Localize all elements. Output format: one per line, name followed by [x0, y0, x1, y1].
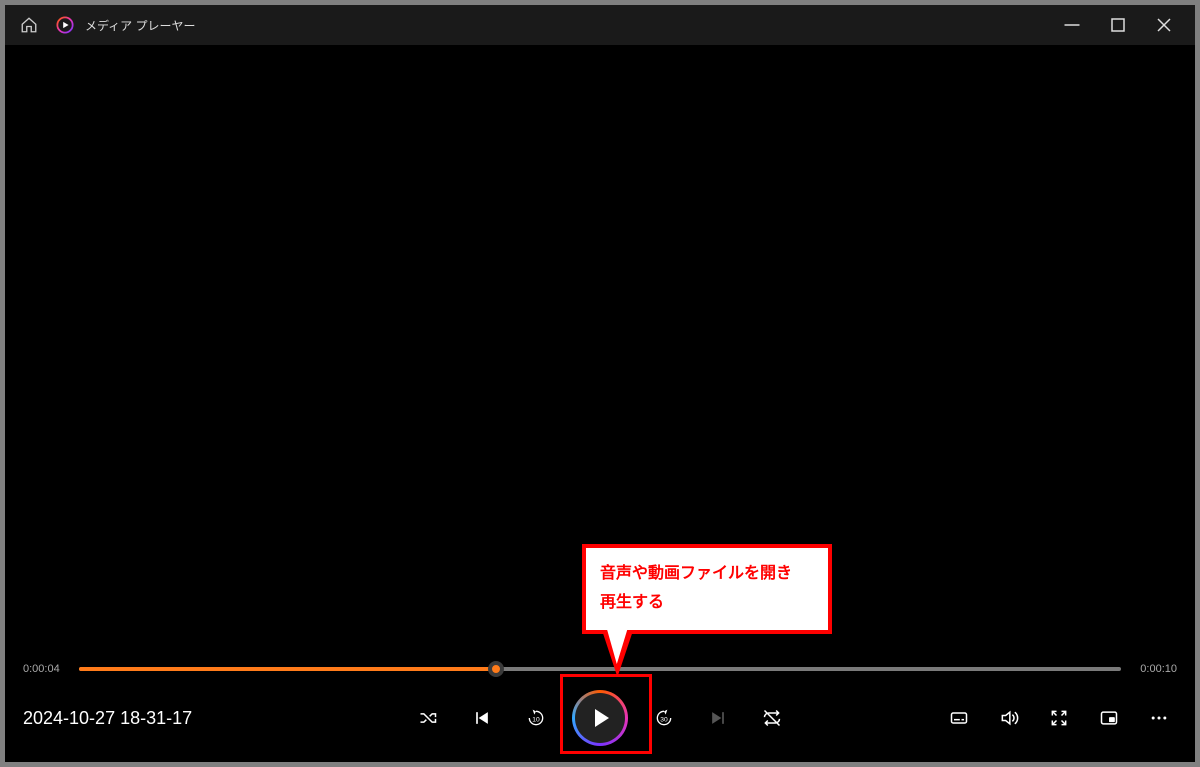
play-icon: [595, 709, 609, 727]
video-viewport[interactable]: [5, 45, 1195, 654]
seek-slider[interactable]: [79, 667, 1121, 671]
titlebar: メディア プレーヤー: [5, 5, 1195, 45]
media-player-icon: [56, 16, 74, 34]
shuffle-icon: [418, 708, 438, 728]
maximize-button[interactable]: [1095, 5, 1141, 45]
fullscreen-button[interactable]: [1041, 700, 1077, 736]
file-name-label: 2024-10-27 18-31-17: [23, 708, 192, 729]
media-player-window: メディア プレーヤー 0:00:04 0:00:10 2024-10-27 18…: [5, 5, 1195, 762]
repeat-off-icon: [762, 708, 782, 728]
mini-player-button[interactable]: [1091, 700, 1127, 736]
app-icon: [55, 15, 75, 35]
seek-thumb[interactable]: [488, 661, 504, 677]
svg-text:10: 10: [532, 716, 540, 723]
minimize-icon: [1063, 16, 1081, 34]
time-elapsed: 0:00:04: [23, 663, 65, 675]
maximize-icon: [1109, 16, 1127, 34]
minimize-button[interactable]: [1049, 5, 1095, 45]
skip-back-button[interactable]: 10: [518, 700, 554, 736]
time-total: 0:00:10: [1135, 663, 1177, 675]
more-button[interactable]: [1141, 700, 1177, 736]
volume-icon: [999, 708, 1019, 728]
mini-player-icon: [1099, 708, 1119, 728]
play-button[interactable]: [572, 690, 628, 746]
seek-fill: [79, 667, 496, 671]
previous-icon: [472, 708, 492, 728]
controls-row: 2024-10-27 18-31-17 10: [5, 684, 1195, 762]
close-button[interactable]: [1141, 5, 1187, 45]
skip-back-icon: 10: [526, 708, 546, 728]
play-inner: [575, 693, 625, 743]
shuffle-button[interactable]: [410, 700, 446, 736]
svg-text:30: 30: [660, 716, 668, 723]
repeat-button[interactable]: [754, 700, 790, 736]
home-icon: [20, 16, 38, 34]
right-controls: [941, 700, 1177, 736]
more-icon: [1149, 708, 1169, 728]
titlebar-left: メディア プレーヤー: [13, 9, 196, 41]
app-title: メディア プレーヤー: [85, 17, 196, 34]
volume-button[interactable]: [991, 700, 1027, 736]
fullscreen-icon: [1049, 708, 1069, 728]
next-button[interactable]: [700, 700, 736, 736]
subtitles-icon: [949, 708, 969, 728]
seekbar-row: 0:00:04 0:00:10: [5, 654, 1195, 684]
home-button[interactable]: [13, 9, 45, 41]
previous-button[interactable]: [464, 700, 500, 736]
subtitles-button[interactable]: [941, 700, 977, 736]
window-controls: [1049, 5, 1187, 45]
center-controls: 10 30: [410, 690, 790, 746]
skip-forward-button[interactable]: 30: [646, 700, 682, 736]
skip-forward-icon: 30: [654, 708, 674, 728]
play-button-wrap: [572, 690, 628, 746]
next-icon: [708, 708, 728, 728]
close-icon: [1155, 16, 1173, 34]
